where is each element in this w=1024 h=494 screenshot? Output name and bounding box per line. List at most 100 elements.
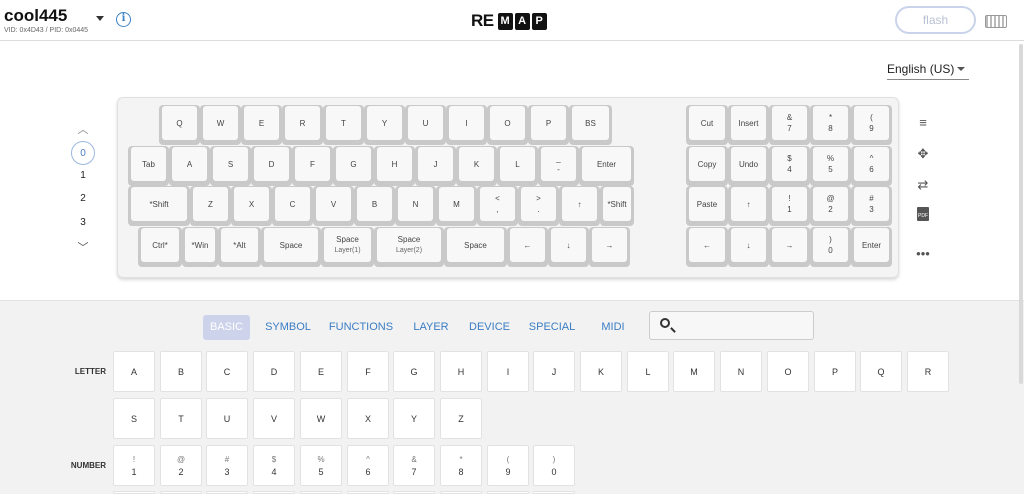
key[interactable]: Tab [128, 146, 169, 186]
key[interactable]: V [313, 186, 354, 226]
keycode-key[interactable]: ) 0 [533, 445, 575, 486]
keycode-key[interactable]: B [160, 351, 202, 392]
tab-symbol[interactable]: SYMBOL [260, 315, 316, 340]
language-select[interactable]: English (US) [887, 60, 969, 80]
key[interactable]: C [272, 186, 313, 226]
key[interactable]: Enter [579, 146, 634, 186]
keycode-key[interactable]: & 7 [393, 445, 435, 486]
key[interactable]: M [436, 186, 477, 226]
keycode-key[interactable]: T [160, 398, 202, 439]
tab-midi[interactable]: MIDI [595, 315, 631, 340]
keycode-key[interactable]: ! 1 [113, 445, 155, 486]
keycode-key[interactable]: % 5 [300, 445, 342, 486]
tab-special[interactable]: SPECIAL [524, 315, 580, 340]
keycode-key[interactable]: I [487, 351, 529, 392]
keycode-key[interactable]: G [393, 351, 435, 392]
keyboard-name[interactable]: cool445 [4, 6, 67, 26]
key[interactable]: #3 [851, 186, 892, 226]
tab-layer[interactable]: LAYER [408, 315, 454, 340]
key[interactable]: → [769, 227, 810, 267]
key[interactable]: R [282, 105, 323, 145]
keycode-key[interactable]: O [767, 351, 809, 392]
key[interactable]: BS [569, 105, 612, 145]
keycode-key[interactable]: V [253, 398, 295, 439]
keycode-key[interactable]: R [907, 351, 949, 392]
flash-button[interactable]: flash [895, 6, 976, 34]
key[interactable]: J [415, 146, 456, 186]
keycode-key[interactable]: P [814, 351, 856, 392]
keycode-key[interactable]: Z [440, 398, 482, 439]
keycode-key[interactable]: F [347, 351, 389, 392]
keycode-key[interactable]: M [673, 351, 715, 392]
keycode-key[interactable]: A [113, 351, 155, 392]
tab-functions[interactable]: FUNCTIONS [326, 315, 396, 340]
key[interactable]: U [405, 105, 446, 145]
key[interactable]: G [333, 146, 374, 186]
key[interactable]: P [528, 105, 569, 145]
key[interactable]: D [251, 146, 292, 186]
key[interactable]: H [374, 146, 415, 186]
key[interactable]: (9 [851, 105, 892, 145]
keyboard-icon[interactable] [985, 15, 1007, 28]
target-icon[interactable]: ✥ [912, 145, 934, 163]
swap-icon[interactable]: ⇄ [912, 176, 934, 194]
keycode-key[interactable]: E [300, 351, 342, 392]
key[interactable]: T [323, 105, 364, 145]
key[interactable]: Space [261, 227, 321, 267]
search-input[interactable] [678, 315, 808, 336]
key[interactable]: K [456, 146, 497, 186]
key[interactable]: S [210, 146, 251, 186]
key[interactable]: ← [507, 227, 548, 267]
tab-basic[interactable]: BASIC [203, 315, 250, 340]
key[interactable]: *Shift [128, 186, 190, 226]
key[interactable]: Cut [686, 105, 728, 145]
key[interactable]: @2 [810, 186, 851, 226]
key[interactable]: % 5 [810, 146, 851, 186]
key[interactable]: ) 0 [810, 227, 851, 267]
key[interactable]: & 7 [769, 105, 810, 145]
pdf-icon[interactable]: PDF [912, 206, 934, 224]
key[interactable]: Space Layer(1) [321, 227, 374, 267]
menu-icon[interactable]: ≡ [912, 114, 934, 132]
key[interactable]: <, [477, 186, 518, 226]
more-icon[interactable]: ••• [912, 245, 934, 263]
keycode-key[interactable]: H [440, 351, 482, 392]
chevron-up-icon[interactable]: ︿ [76, 121, 90, 136]
key[interactable]: Ctrl* [138, 227, 182, 267]
key[interactable]: _ - [538, 146, 579, 186]
tab-device[interactable]: DEVICE [465, 315, 514, 340]
keycode-key[interactable]: Q [860, 351, 902, 392]
keycode-key[interactable]: Y [393, 398, 435, 439]
key[interactable]: ← [686, 227, 728, 267]
key[interactable]: *Alt [218, 227, 261, 267]
keycode-key[interactable]: * 8 [440, 445, 482, 486]
keycode-key[interactable]: L [627, 351, 669, 392]
key[interactable]: ↓ [548, 227, 589, 267]
key[interactable]: Y [364, 105, 405, 145]
keycode-key[interactable]: N [720, 351, 762, 392]
layer-0[interactable]: 0 [71, 141, 95, 165]
key[interactable]: F [292, 146, 333, 186]
keycode-search[interactable] [649, 311, 814, 340]
keycode-key[interactable]: ^ 6 [347, 445, 389, 486]
keycode-key[interactable]: U [206, 398, 248, 439]
key[interactable]: O [487, 105, 528, 145]
key[interactable]: *Shift [600, 186, 634, 226]
scrollbar[interactable] [1019, 44, 1023, 384]
key[interactable]: ↓ [728, 227, 769, 267]
key[interactable]: Q [159, 105, 200, 145]
key[interactable]: * 8 [810, 105, 851, 145]
caret-down-icon[interactable] [96, 16, 104, 21]
keycode-key[interactable]: K [580, 351, 622, 392]
key[interactable]: Space [444, 227, 507, 267]
key[interactable]: Insert [728, 105, 769, 145]
keycode-key[interactable]: D [253, 351, 295, 392]
keycode-key[interactable]: $4 [253, 445, 295, 486]
keycode-key[interactable]: S [113, 398, 155, 439]
key[interactable]: Z [190, 186, 231, 226]
key[interactable]: >. [518, 186, 559, 226]
layer-2[interactable]: 2 [71, 187, 95, 211]
key[interactable]: *Win [182, 227, 218, 267]
key[interactable]: ! 1 [769, 186, 810, 226]
key[interactable]: → [589, 227, 630, 267]
